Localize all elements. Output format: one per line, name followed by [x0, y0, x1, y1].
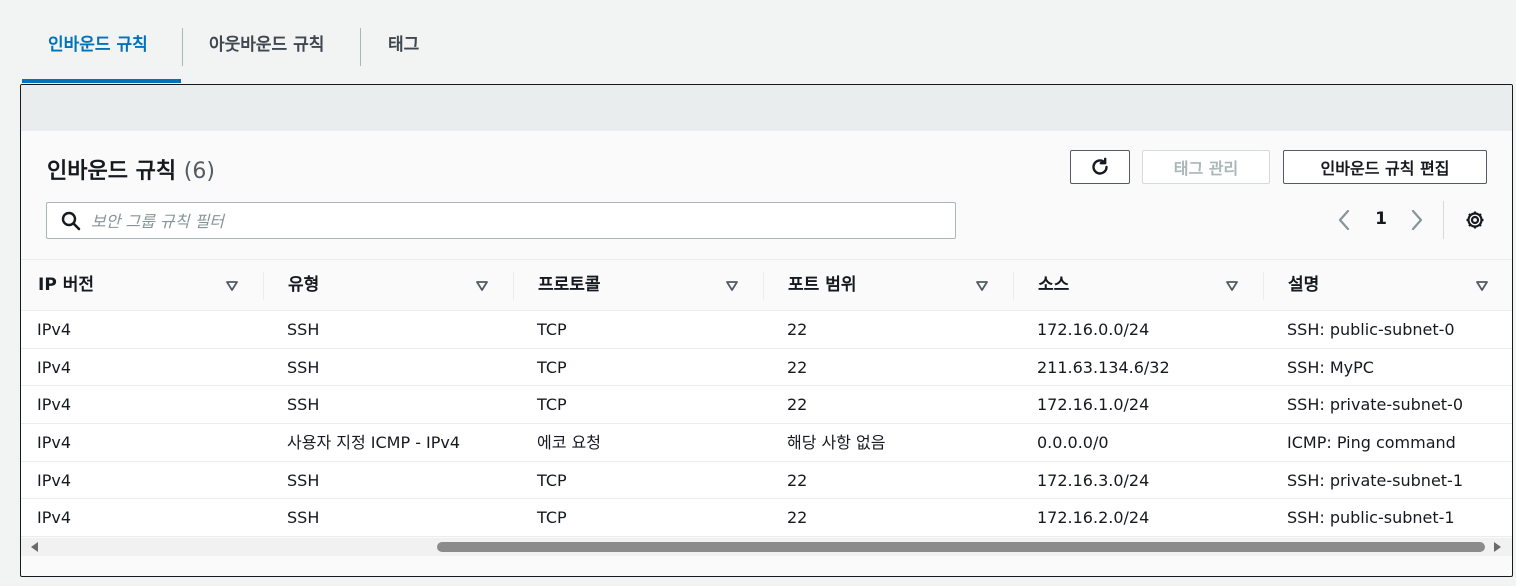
column-divider[interactable] — [1263, 272, 1264, 300]
panel-title-text: 인바운드 규칙 — [47, 159, 177, 184]
cell-ip-version: IPv4 — [37, 508, 72, 528]
cell-source: 172.16.2.0/24 — [1037, 508, 1150, 528]
cell-description: SSH: public-subnet-0 — [1287, 320, 1455, 339]
cell-description: ICMP: Ping command — [1287, 433, 1456, 453]
cell-protocol: TCP — [537, 357, 567, 377]
scroll-right-arrow-icon[interactable] — [1494, 542, 1501, 552]
rules-table: IP 버전 유형 프로토콜 포트 범위 소스 설명 IPv4 SSH TCP 2… — [21, 259, 1512, 538]
current-page-number[interactable]: 1 — [1374, 209, 1388, 229]
cell-port-range: 22 — [787, 357, 808, 377]
cell-source: 0.0.0.0/0 — [1037, 433, 1109, 453]
edit-inbound-rules-button[interactable]: 인바운드 규칙 편집 — [1283, 150, 1487, 184]
manage-tags-button[interactable]: 태그 관리 — [1142, 150, 1270, 184]
rule-count: (6) — [183, 159, 215, 184]
table-row[interactable]: IPv4 SSH TCP 22 172.16.2.0/24 SSH: publi… — [21, 499, 1512, 538]
cell-type: SSH — [287, 508, 320, 528]
tab-bar: 인바운드 규칙 아웃바운드 규칙 태그 — [22, 0, 1492, 83]
search-field — [46, 202, 956, 239]
cell-ip-version: IPv4 — [37, 357, 72, 377]
column-header-label: 유형 — [288, 275, 320, 295]
cell-protocol: 에코 요청 — [537, 433, 601, 453]
active-tab-indicator — [22, 79, 181, 83]
cell-protocol: TCP — [537, 470, 567, 490]
cell-source: 172.16.1.0/24 — [1037, 395, 1150, 415]
scroll-left-arrow-icon[interactable] — [31, 542, 38, 552]
pagination-divider — [1443, 201, 1444, 239]
cell-ip-version: IPv4 — [37, 395, 72, 415]
tab-tags[interactable]: 태그 — [388, 30, 419, 60]
refresh-icon — [1092, 157, 1108, 175]
table-header: IP 버전 유형 프로토콜 포트 범위 소스 설명 — [21, 259, 1512, 311]
horizontal-scrollbar[interactable] — [21, 538, 1512, 556]
panel-title: 인바운드 규칙 (6) — [47, 153, 215, 185]
sort-descending-icon[interactable] — [976, 281, 988, 291]
cell-source: 172.16.0.0/24 — [1037, 320, 1150, 339]
column-header-description[interactable]: 설명 — [1288, 260, 1319, 311]
cell-description: SSH: MyPC — [1287, 357, 1374, 377]
column-header-label: IP 버전 — [38, 275, 94, 295]
column-header-label: 소스 — [1038, 275, 1070, 295]
cell-description: SSH: private-subnet-1 — [1287, 470, 1464, 490]
cell-description: SSH: public-subnet-1 — [1287, 508, 1455, 528]
cell-port-range: 22 — [787, 470, 808, 490]
tab-divider — [360, 28, 361, 66]
cell-protocol: TCP — [537, 395, 567, 415]
column-header-label: 프로토콜 — [538, 275, 601, 295]
column-divider[interactable] — [1013, 272, 1014, 300]
cell-type: 사용자 지정 ICMP - IPv4 — [287, 433, 461, 453]
column-header-protocol[interactable]: 프로토콜 — [538, 260, 601, 311]
cell-ip-version: IPv4 — [37, 470, 72, 490]
column-divider[interactable] — [263, 272, 264, 300]
table-row[interactable]: IPv4 SSH TCP 22 172.16.1.0/24 SSH: priva… — [21, 386, 1512, 425]
cell-ip-version: IPv4 — [37, 320, 72, 339]
inbound-rules-panel: 인바운드 규칙 (6) 태그 관리 인바운드 규칙 편집 1 — [20, 84, 1513, 577]
cell-port-range: 해당 사항 없음 — [787, 433, 886, 453]
table-row[interactable]: IPv4 SSH TCP 22 172.16.0.0/24 SSH: publi… — [21, 311, 1512, 349]
panel-header-strip — [21, 85, 1512, 131]
column-header-ip-version[interactable]: IP 버전 — [38, 260, 94, 311]
cell-type: SSH — [287, 320, 320, 339]
column-header-port-range[interactable]: 포트 범위 — [788, 260, 856, 311]
cell-protocol: TCP — [537, 508, 567, 528]
next-page-icon[interactable] — [1409, 209, 1425, 231]
sort-descending-icon[interactable] — [1226, 281, 1238, 291]
search-input[interactable] — [89, 207, 933, 235]
cell-port-range: 22 — [787, 508, 808, 528]
sort-descending-icon[interactable] — [226, 281, 238, 291]
table-row[interactable]: IPv4 SSH TCP 22 172.16.3.0/24 SSH: priva… — [21, 461, 1512, 500]
cell-ip-version: IPv4 — [37, 433, 72, 453]
sort-descending-icon[interactable] — [476, 281, 488, 291]
column-header-type[interactable]: 유형 — [288, 260, 319, 311]
sort-descending-icon[interactable] — [726, 281, 738, 291]
tab-outbound-rules[interactable]: 아웃바운드 규칙 — [209, 30, 324, 60]
column-divider[interactable] — [763, 272, 764, 300]
column-header-source[interactable]: 소스 — [1038, 260, 1069, 311]
scrollbar-thumb[interactable] — [437, 542, 1485, 552]
gear-icon[interactable] — [1464, 209, 1486, 231]
cell-protocol: TCP — [537, 320, 567, 339]
refresh-button[interactable] — [1070, 150, 1130, 184]
tab-divider — [182, 28, 183, 66]
column-header-label: 포트 범위 — [788, 275, 857, 295]
cell-source: 172.16.3.0/24 — [1037, 470, 1150, 490]
cell-type: SSH — [287, 470, 320, 490]
cell-port-range: 22 — [787, 395, 808, 415]
sort-descending-icon[interactable] — [1476, 281, 1488, 291]
previous-page-icon[interactable] — [1336, 209, 1352, 231]
tab-inbound-rules[interactable]: 인바운드 규칙 — [48, 30, 148, 60]
cell-type: SSH — [287, 357, 320, 377]
cell-port-range: 22 — [787, 320, 808, 339]
search-icon — [61, 211, 81, 231]
column-header-label: 설명 — [1288, 275, 1320, 295]
table-row[interactable]: IPv4 SSH TCP 22 211.63.134.6/32 SSH: MyP… — [21, 348, 1512, 387]
table-row[interactable]: IPv4 사용자 지정 ICMP - IPv4 에코 요청 해당 사항 없음 0… — [21, 424, 1512, 462]
cell-description: SSH: private-subnet-0 — [1287, 395, 1464, 415]
cell-type: SSH — [287, 395, 320, 415]
cell-source: 211.63.134.6/32 — [1037, 357, 1170, 377]
column-divider[interactable] — [513, 272, 514, 300]
